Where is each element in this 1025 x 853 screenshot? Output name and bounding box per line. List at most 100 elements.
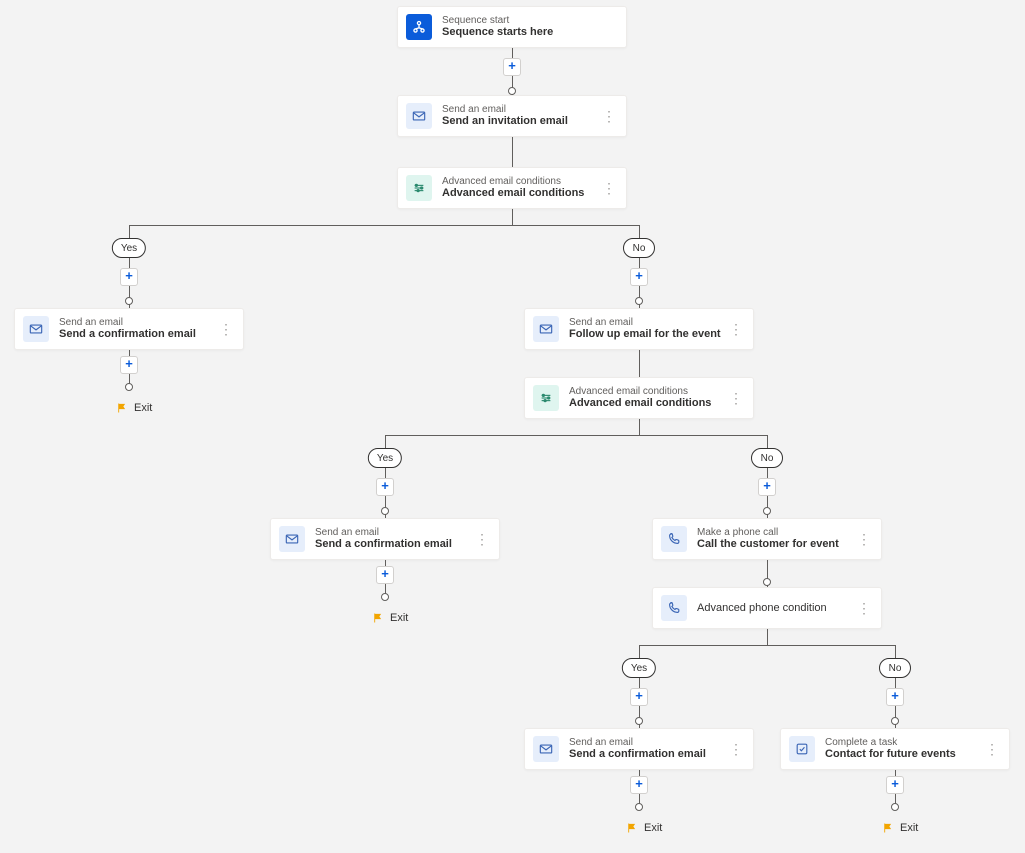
node-type-label: Send an email [59,317,217,329]
branch-label-no: No [623,238,655,258]
node-confirmation-email-3[interactable]: Send an email Send a confirmation email … [524,728,754,770]
node-title-label: Follow up email for the event [569,328,727,341]
add-step-button[interactable]: + [758,478,776,496]
add-step-button[interactable]: + [120,268,138,286]
node-more-menu[interactable]: ⋮ [727,391,745,405]
node-confirmation-email-2[interactable]: Send an email Send a confirmation email … [270,518,500,560]
flag-icon [626,822,638,834]
connector-port [125,297,133,305]
node-title-label: Send an invitation email [442,115,600,128]
connector-port [763,507,771,515]
connector-port [763,578,771,586]
connector-port [125,383,133,391]
connector-port [891,717,899,725]
node-title-label: Call the customer for event [697,538,855,551]
node-type-label: Make a phone call [697,527,855,539]
add-step-button[interactable]: + [376,566,394,584]
sequence-start-icon [406,14,432,40]
connector-port [635,717,643,725]
node-type-label: Send an email [442,104,600,116]
node-complete-task[interactable]: Complete a task Contact for future event… [780,728,1010,770]
node-more-menu[interactable]: ⋮ [983,742,1001,756]
connector-port [381,507,389,515]
node-send-invitation-email[interactable]: Send an email Send an invitation email ⋮ [397,95,627,137]
branch-label-no: No [879,658,911,678]
connector-port [508,87,516,95]
node-title-label: Advanced phone condition [697,602,855,615]
exit-marker: Exit [882,822,918,834]
flag-icon [372,612,384,624]
phone-icon [661,526,687,552]
add-step-button[interactable]: + [886,688,904,706]
branch-label-yes: Yes [622,658,656,678]
add-step-button[interactable]: + [503,58,521,76]
node-title-label: Send a confirmation email [315,538,473,551]
node-title-label: Advanced email conditions [442,187,600,200]
node-type-label: Send an email [569,737,727,749]
condition-icon [533,385,559,411]
connector [639,350,640,377]
connector [512,137,513,167]
email-icon [533,736,559,762]
condition-icon [406,175,432,201]
exit-label: Exit [134,402,152,414]
flag-icon [116,402,128,414]
node-more-menu[interactable]: ⋮ [600,181,618,195]
add-step-button[interactable]: + [376,478,394,496]
node-title-label: Contact for future events [825,748,983,761]
connector [512,209,513,225]
connector [385,435,767,436]
connector-port [635,803,643,811]
node-confirmation-email-1[interactable]: Send an email Send a confirmation email … [14,308,244,350]
task-icon [789,736,815,762]
node-title-label: Advanced email conditions [569,397,727,410]
add-step-button[interactable]: + [630,688,648,706]
node-type-label: Sequence start [442,15,618,27]
node-more-menu[interactable]: ⋮ [217,322,235,336]
node-more-menu[interactable]: ⋮ [473,532,491,546]
branch-label-no: No [751,448,783,468]
connector [639,645,895,646]
flag-icon [882,822,894,834]
email-icon [23,316,49,342]
connector-port [635,297,643,305]
node-advanced-email-conditions-1[interactable]: Advanced email conditions Advanced email… [397,167,627,209]
exit-label: Exit [644,822,662,834]
node-followup-email[interactable]: Send an email Follow up email for the ev… [524,308,754,350]
connector-port [381,593,389,601]
connector [767,629,768,645]
node-title-label: Sequence starts here [442,26,618,39]
node-title-label: Send a confirmation email [569,748,727,761]
node-more-menu[interactable]: ⋮ [727,742,745,756]
node-sequence-start[interactable]: Sequence start Sequence starts here [397,6,627,48]
node-type-label: Send an email [315,527,473,539]
node-more-menu[interactable]: ⋮ [855,601,873,615]
exit-label: Exit [900,822,918,834]
branch-label-yes: Yes [112,238,146,258]
phone-condition-icon [661,595,687,621]
add-step-button[interactable]: + [120,356,138,374]
exit-label: Exit [390,612,408,624]
node-type-label: Advanced email conditions [569,386,727,398]
email-icon [406,103,432,129]
node-more-menu[interactable]: ⋮ [727,322,745,336]
node-advanced-email-conditions-2[interactable]: Advanced email conditions Advanced email… [524,377,754,419]
exit-marker: Exit [626,822,662,834]
add-step-button[interactable]: + [630,268,648,286]
add-step-button[interactable]: + [630,776,648,794]
connector [639,419,640,435]
node-more-menu[interactable]: ⋮ [855,532,873,546]
connector [129,225,639,226]
node-title-label: Send a confirmation email [59,328,217,341]
node-more-menu[interactable]: ⋮ [600,109,618,123]
email-icon [533,316,559,342]
exit-marker: Exit [372,612,408,624]
branch-label-yes: Yes [368,448,402,468]
add-step-button[interactable]: + [886,776,904,794]
email-icon [279,526,305,552]
node-phone-call[interactable]: Make a phone call Call the customer for … [652,518,882,560]
node-type-label: Complete a task [825,737,983,749]
connector-port [891,803,899,811]
node-advanced-phone-condition[interactable]: Advanced phone condition ⋮ [652,587,882,629]
exit-marker: Exit [116,402,152,414]
